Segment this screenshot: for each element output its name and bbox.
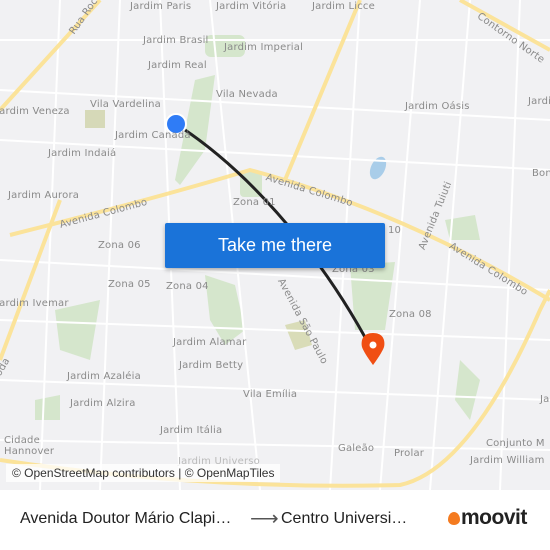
map-label: Conjunto M xyxy=(486,438,545,449)
moovit-logo[interactable]: moovit xyxy=(448,506,527,530)
map-label: Galeão xyxy=(338,443,375,454)
moovit-logo-icon xyxy=(448,511,460,525)
map[interactable]: Jardim Paris Jardim Vitória Jardim Licce… xyxy=(0,0,550,490)
map-label: Jardim Imperial xyxy=(224,42,304,53)
map-label: Ja xyxy=(540,394,550,405)
map-label: Vila Vardelina xyxy=(90,99,161,110)
map-label: Vila Nevada xyxy=(216,89,278,100)
map-label: Zona 01 xyxy=(233,197,276,208)
map-label: Jardim Azaléia xyxy=(67,371,141,382)
map-label: Jardim Aurora xyxy=(8,190,80,201)
map-attribution[interactable]: © OpenStreetMap contributors | © OpenMap… xyxy=(6,464,281,482)
map-label: Cidade Hannover xyxy=(4,435,55,457)
map-label: Jardim Real xyxy=(148,60,207,71)
map-label: Jardim Alamar xyxy=(173,337,247,348)
arrow-right-icon: ⟶ xyxy=(250,508,279,530)
map-label: Jardim Oásis xyxy=(405,101,470,112)
destination-marker-icon[interactable] xyxy=(361,333,385,365)
map-label: Jardim Vitória xyxy=(216,1,287,12)
map-label: Jardim Brasil xyxy=(143,35,209,46)
map-label: Jardim Ivemar xyxy=(0,298,69,309)
map-label: Jardim Betty xyxy=(179,360,244,371)
map-label: Jardim Paris xyxy=(130,1,192,12)
map-label: Bon xyxy=(532,168,550,179)
map-label: Jardim Veneza xyxy=(0,106,70,117)
moovit-logo-text: moovit xyxy=(461,506,527,529)
map-label: Jardi xyxy=(528,96,550,107)
map-label: Jardim Itália xyxy=(160,425,223,436)
map-label: 10 xyxy=(388,225,402,236)
footer: Avenida Doutor Mário Clapier Urbinati ⟶ … xyxy=(0,490,550,550)
map-label: Zona 06 xyxy=(98,240,141,251)
origin-name: Avenida Doutor Mário Clapier Urbinati xyxy=(20,510,235,527)
map-label: Vila Emília xyxy=(243,389,298,400)
map-label: Jardim Alzira xyxy=(70,398,136,409)
destination-name: Centro Universitário xyxy=(281,510,411,527)
map-label: Jardim Canadá xyxy=(115,130,191,141)
map-label: Jardim William xyxy=(470,455,545,466)
map-label: Zona 04 xyxy=(166,281,209,292)
map-label: Zona 08 xyxy=(389,309,432,320)
map-label: Jardim Licce xyxy=(312,1,375,12)
map-label: Jardim Indaiá xyxy=(48,148,117,159)
map-label: Zona 05 xyxy=(108,279,151,290)
take-me-there-button[interactable]: Take me there xyxy=(165,223,385,268)
map-label: Prolar xyxy=(394,448,425,459)
